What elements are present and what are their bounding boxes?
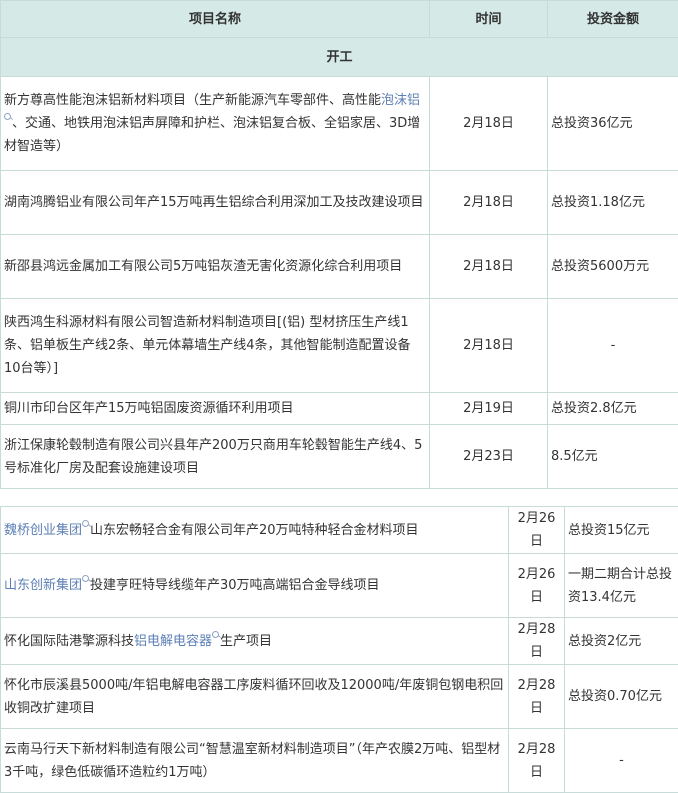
time-cell: 2月19日 xyxy=(430,393,548,425)
time-cell: 2月18日 xyxy=(430,171,548,235)
time-cell: 2月18日 xyxy=(430,77,548,171)
project-name-cell: 铜川市印台区年产15万吨铝固废资源循环利用项目 xyxy=(1,393,430,425)
table-row: 新方尊高性能泡沫铝新材料项目（生产新能源汽车零部件、高性能泡沫铝、交通、地铁用泡… xyxy=(1,77,678,171)
project-name-cell: 湖南鸿腾铝业有限公司年产15万吨再生铝综合利用深加工及技改建设项目 xyxy=(1,171,430,235)
amount-cell: 总投资5600万元 xyxy=(548,235,678,299)
time-cell: 2月28日 xyxy=(509,665,565,729)
time-cell: 2月26日 xyxy=(509,554,565,618)
project-name-cell: 怀化市辰溪县5000吨/年铝电解电容器工序废料循环回收及12000吨/年废铜包钢… xyxy=(1,665,509,729)
amount-cell: 总投资1.18亿元 xyxy=(548,171,678,235)
company-link[interactable]: 山东创新集团 xyxy=(4,578,82,593)
amount-cell: - xyxy=(548,299,678,393)
time-cell: 2月28日 xyxy=(509,618,565,665)
table-row: 陕西鸿生科源材料有限公司智造新材料制造项目[(铝) 型材挤压生产线1条、铝单板生… xyxy=(1,299,678,393)
amount-cell: - xyxy=(565,729,678,793)
table-row: 浙江保康轮毂制造有限公司兴县年产200万只商用车轮毂智能生产线4、5号标准化厂房… xyxy=(1,425,678,489)
project-name-cell: 山东创新集团投建亨旺特导线缆年产30万吨高端铝合金导线项目 xyxy=(1,554,509,618)
project-name-cell: 云南马行天下新材料制造有限公司“智慧温室新材料制造项目”（年产农膜2万吨、铝型材… xyxy=(1,729,509,793)
table-row: 怀化市辰溪县5000吨/年铝电解电容器工序废料循环回收及12000吨/年废铜包钢… xyxy=(1,665,678,729)
amount-cell: 总投资0.70亿元 xyxy=(565,665,678,729)
project-name-cell: 浙江保康轮毂制造有限公司兴县年产200万只商用车轮毂智能生产线4、5号标准化厂房… xyxy=(1,425,430,489)
time-cell: 2月18日 xyxy=(430,235,548,299)
project-name-cell: 怀化国际陆港擎源科技铝电解电容器生产项目 xyxy=(1,618,509,665)
section-row: 开工 xyxy=(1,38,678,77)
header-amount: 投资金额 xyxy=(548,1,678,38)
project-table-bottom: 魏桥创业集团山东宏畅轻合金有限公司年产20万吨特种轻合金材料项目 2月26日 总… xyxy=(0,506,678,793)
section-title: 开工 xyxy=(1,38,678,77)
project-name-cell: 魏桥创业集团山东宏畅轻合金有限公司年产20万吨特种轻合金材料项目 xyxy=(1,507,509,554)
table-row: 新邵县鸿远金属加工有限公司5万吨铝灰渣无害化资源化综合利用项目 2月18日 总投… xyxy=(1,235,678,299)
keyword-link[interactable]: 铝电解电容器 xyxy=(134,634,212,649)
search-icon[interactable] xyxy=(82,574,90,584)
search-icon[interactable] xyxy=(212,630,220,640)
table-row: 湖南鸿腾铝业有限公司年产15万吨再生铝综合利用深加工及技改建设项目 2月18日 … xyxy=(1,171,678,235)
project-keyword-link[interactable]: 泡沫铝 xyxy=(381,93,420,108)
table-row: 铜川市印台区年产15万吨铝固废资源循环利用项目 2月19日 总投资2.8亿元 xyxy=(1,393,678,425)
project-table-top: 项目名称 时间 投资金额 开工 新方尊高性能泡沫铝新材料项目（生产新能源汽车零部… xyxy=(0,0,678,489)
amount-cell: 总投资36亿元 xyxy=(548,77,678,171)
table-row: 山东创新集团投建亨旺特导线缆年产30万吨高端铝合金导线项目 2月26日 一期二期… xyxy=(1,554,678,618)
time-cell: 2月28日 xyxy=(509,729,565,793)
amount-cell: 一期二期合计总投资13.4亿元 xyxy=(565,554,678,618)
header-time: 时间 xyxy=(430,1,548,38)
table-row: 魏桥创业集团山东宏畅轻合金有限公司年产20万吨特种轻合金材料项目 2月26日 总… xyxy=(1,507,678,554)
time-cell: 2月26日 xyxy=(509,507,565,554)
project-name-cell: 新邵县鸿远金属加工有限公司5万吨铝灰渣无害化资源化综合利用项目 xyxy=(1,235,430,299)
time-cell: 2月18日 xyxy=(430,299,548,393)
amount-cell: 8.5亿元 xyxy=(548,425,678,489)
header-project-name: 项目名称 xyxy=(1,1,430,38)
search-icon[interactable] xyxy=(4,112,12,122)
project-name-cell: 陕西鸿生科源材料有限公司智造新材料制造项目[(铝) 型材挤压生产线1条、铝单板生… xyxy=(1,299,430,393)
company-link[interactable]: 魏桥创业集团 xyxy=(4,523,82,538)
table-row: 云南马行天下新材料制造有限公司“智慧温室新材料制造项目”（年产农膜2万吨、铝型材… xyxy=(1,729,678,793)
amount-cell: 总投资15亿元 xyxy=(565,507,678,554)
table-row: 怀化国际陆港擎源科技铝电解电容器生产项目 2月28日 总投资2亿元 xyxy=(1,618,678,665)
time-cell: 2月23日 xyxy=(430,425,548,489)
amount-cell: 总投资2.8亿元 xyxy=(548,393,678,425)
amount-cell: 总投资2亿元 xyxy=(565,618,678,665)
project-name-cell: 新方尊高性能泡沫铝新材料项目（生产新能源汽车零部件、高性能泡沫铝、交通、地铁用泡… xyxy=(1,77,430,171)
table-header-row: 项目名称 时间 投资金额 xyxy=(1,1,678,38)
search-icon[interactable] xyxy=(82,519,90,529)
